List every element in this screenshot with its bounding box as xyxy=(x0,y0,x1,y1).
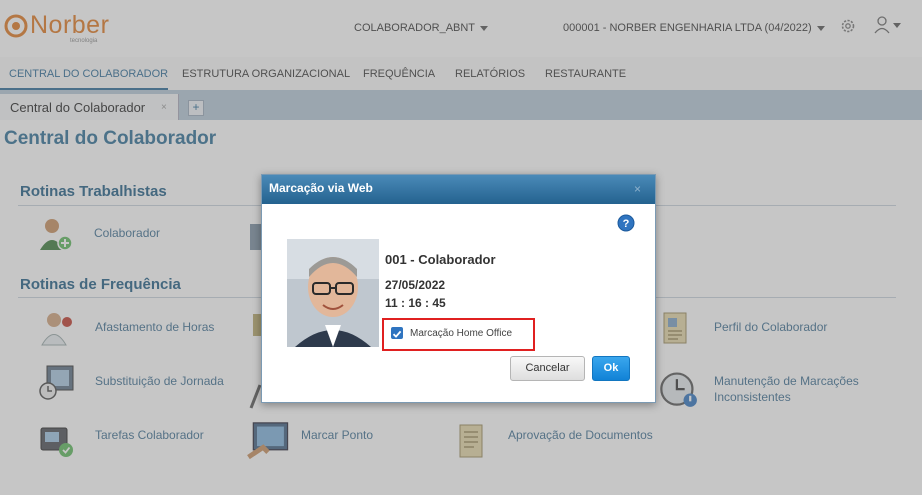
punch-date: 27/05/2022 xyxy=(385,278,446,292)
help-icon[interactable]: ? xyxy=(617,214,635,232)
home-office-checkbox[interactable] xyxy=(391,327,403,339)
employee-name: 001 - Colaborador xyxy=(385,252,496,267)
home-office-highlight: Marcação Home Office xyxy=(382,318,535,351)
punch-time: 11 : 16 : 45 xyxy=(385,296,446,310)
employee-photo xyxy=(287,239,379,347)
close-icon[interactable]: × xyxy=(634,182,641,196)
checkmark-icon xyxy=(392,330,402,338)
help-icon-glyph: ? xyxy=(623,218,630,230)
home-office-label: Marcação Home Office xyxy=(410,328,513,339)
dialog-header: Marcação via Web × xyxy=(262,175,655,204)
ok-button[interactable]: Ok xyxy=(592,356,630,381)
cancel-button[interactable]: Cancelar xyxy=(510,356,585,381)
dialog-title: Marcação via Web xyxy=(269,181,373,195)
marcacao-web-dialog: Marcação via Web × ? 001 - Colaborador 2… xyxy=(261,174,656,403)
